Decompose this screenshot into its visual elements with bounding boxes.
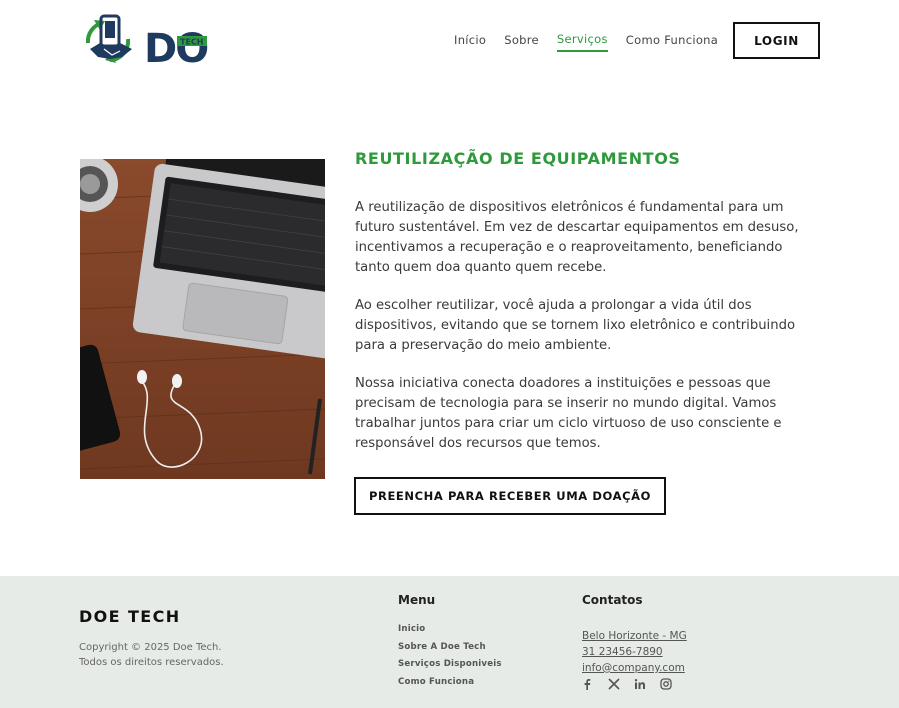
footer-contacts: Belo Horizonte - MG 31 23456-7890 info@c… xyxy=(582,628,687,676)
footer-menu: Inicio Sobre A Doe Tech Serviços Disponi… xyxy=(398,621,502,691)
service-paragraph-1: A reutilização de dispositivos eletrônic… xyxy=(355,200,799,275)
footer-brand: DOE TECH xyxy=(79,607,181,626)
facebook-icon[interactable] xyxy=(582,677,608,691)
nav-inicio[interactable]: Início xyxy=(454,33,486,51)
instagram-icon[interactable] xyxy=(660,677,686,691)
request-donation-button[interactable]: PREENCHA PARA RECEBER UMA DOAÇÃO xyxy=(354,477,666,515)
main-nav: Início Sobre Serviços Como Funciona xyxy=(454,32,736,52)
copyright-line-1: Copyright © 2025 Doe Tech. xyxy=(79,642,222,653)
footer-menu-item[interactable]: Serviços Disponiveis xyxy=(398,656,502,674)
nav-como-funciona[interactable]: Como Funciona xyxy=(626,33,718,51)
footer-menu-item[interactable]: Inicio xyxy=(398,621,502,639)
service-title: REUTILIZAÇÃO DE EQUIPAMENTOS xyxy=(355,149,681,168)
copyright: Copyright © 2025 Doe Tech. Todos os dire… xyxy=(79,640,299,670)
logo-graphic: DOE TECH xyxy=(85,14,235,72)
footer-menu-item[interactable]: Sobre A Doe Tech xyxy=(398,639,502,657)
service-content: REUTILIZAÇÃO DE EQUIPAMENTOS A reutiliza… xyxy=(355,148,805,454)
laptop-illustration xyxy=(80,159,325,479)
login-button[interactable]: LOGIN xyxy=(733,22,820,59)
contact-phone-link[interactable]: 31 23456-7890 xyxy=(582,644,687,660)
linkedin-icon[interactable] xyxy=(634,677,660,691)
copyright-line-2: Todos os direitos reservados. xyxy=(79,657,224,668)
site-footer: DOE TECH Copyright © 2025 Doe Tech. Todo… xyxy=(0,576,899,708)
service-paragraph-2: Ao escolher reutilizar, você ajuda a pro… xyxy=(355,298,796,353)
logo-text: DOE xyxy=(144,26,210,68)
contact-location-link[interactable]: Belo Horizonte - MG xyxy=(582,628,687,644)
footer-menu-title: Menu xyxy=(398,593,436,607)
doe-tech-logo[interactable]: DOE TECH xyxy=(80,13,235,72)
laptop-photo xyxy=(80,159,325,479)
contact-email-link[interactable]: info@company.com xyxy=(582,660,687,676)
logo-subtext: TECH xyxy=(180,38,204,47)
nav-servicos[interactable]: Serviços xyxy=(556,32,608,52)
footer-menu-item[interactable]: Como Funciona xyxy=(398,674,502,692)
social-links xyxy=(582,677,686,691)
service-paragraph-3: Nossa iniciativa conecta doadores a inst… xyxy=(355,376,782,451)
site-header: DOE TECH Início Sobre Serviços Como Func… xyxy=(0,0,899,82)
footer-contacts-title: Contatos xyxy=(582,593,643,607)
x-icon[interactable] xyxy=(608,677,634,691)
nav-sobre[interactable]: Sobre xyxy=(504,33,539,51)
